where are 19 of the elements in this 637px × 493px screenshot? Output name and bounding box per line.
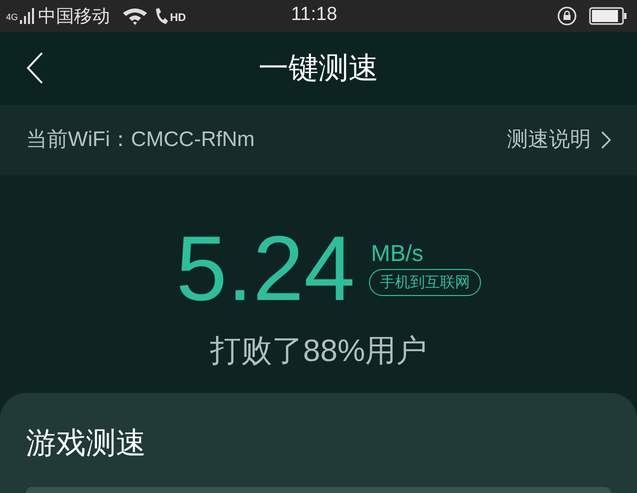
network-label: 4G (6, 13, 18, 22)
back-icon (26, 51, 44, 85)
signal-icon (20, 8, 34, 24)
card-title: 游戏测速 (26, 429, 147, 459)
speed-value: 5.24 (176, 223, 356, 315)
chevron-right-icon (601, 131, 611, 149)
wifi-icon (122, 7, 148, 25)
ranking-text: 打败了88%用户 (210, 335, 428, 366)
speed-unit: MB/s (371, 242, 424, 265)
carrier-name: 中国移动 (38, 7, 110, 25)
hd-label: HD (170, 13, 186, 24)
test-scope-badge: 手机到互联网 (369, 269, 482, 296)
phone-icon (154, 7, 168, 25)
battery-icon (589, 7, 627, 25)
wifi-name: 当前WiFi：CMCC-RfNm (26, 127, 255, 154)
page-title: 一键测速 (258, 54, 378, 84)
clock-time: 11:18 (291, 5, 338, 24)
speed-test-info-link[interactable]: 测速说明 (507, 124, 611, 156)
rotation-lock-icon (557, 6, 577, 26)
